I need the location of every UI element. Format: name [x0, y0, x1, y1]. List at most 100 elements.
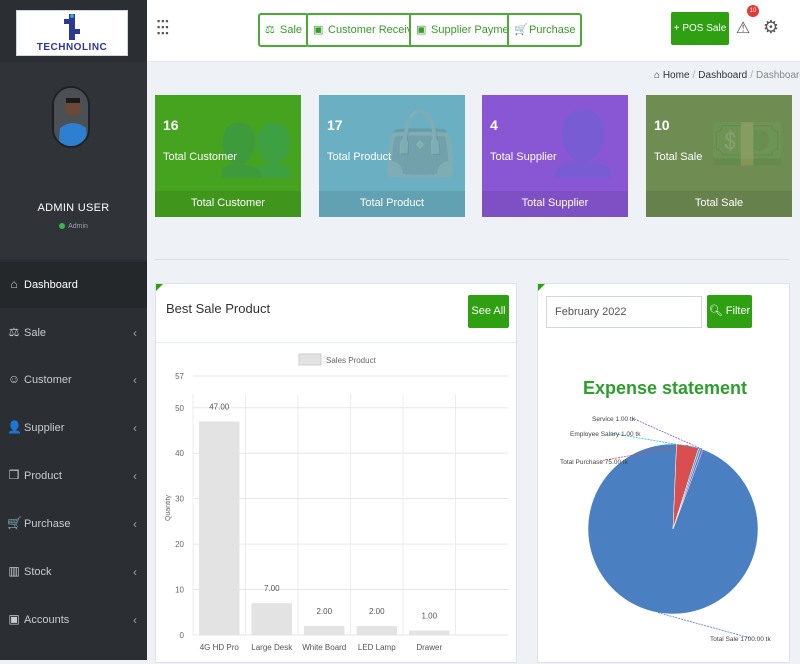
see-all-button[interactable]: See All	[468, 295, 509, 328]
breadcrumb: ⌂ Home/Dashboard/Dashboard	[654, 70, 800, 81]
y-axis-label: Quantity	[165, 494, 172, 521]
sidebar-item-purchase[interactable]: 🛒 Purchase ‹	[0, 501, 147, 547]
pie-slice-label: Service 1.00 tk	[592, 416, 636, 423]
best-sale-title: Best Sale Product	[166, 301, 271, 316]
stat-card-total-product[interactable]: 👜 17 Total Product Total Product	[319, 95, 465, 217]
filter-button[interactable]: 🔍︎ Filter	[707, 295, 752, 328]
pie-leader-line	[657, 612, 751, 639]
pie-title: Expense statement	[583, 378, 747, 398]
quick-button-icon: ⚖	[265, 24, 275, 36]
stat-card-total-supplier[interactable]: 👤 4 Total Supplier Total Supplier	[482, 95, 628, 217]
stat-footer: Total Sale	[646, 191, 792, 217]
sidebar-item-customer[interactable]: ☺ Customer ‹	[0, 357, 147, 403]
x-tick-label: Large Desk	[251, 643, 293, 652]
profile-role: Admin	[0, 223, 147, 230]
sidebar-item-label: Accounts	[24, 614, 70, 626]
month-picker-input[interactable]: February 2022	[546, 296, 702, 328]
home-icon: ⌂	[654, 70, 661, 81]
stat-label: Total Sale	[654, 151, 703, 163]
sidebar-item-product[interactable]: ❒ Product ‹	[0, 453, 147, 499]
menu-toggle-icon[interactable]: ▪▪▪ ▪▪▪ ▪▪▪	[157, 17, 171, 40]
quick-button-icon: 🛒	[514, 24, 528, 36]
user-icon: 👤	[7, 420, 22, 434]
cubes-icon: ❒	[8, 468, 20, 482]
legend-label: Sales Product	[326, 356, 377, 365]
quick-button-icon: ▣	[416, 24, 427, 36]
stat-label: Total Product	[327, 151, 392, 163]
quick-button-label: Purchase	[529, 24, 576, 36]
profile-panel: ADMIN USER Admin	[0, 62, 147, 260]
logo-text: TECHNOLINC	[36, 42, 108, 53]
pos-sale-button[interactable]: + POS Sale	[671, 12, 729, 45]
stat-value: 17	[327, 117, 343, 133]
profile-name: ADMIN USER	[37, 202, 110, 214]
sidebar-item-label: Dashboard	[24, 279, 78, 291]
stat-footer: Total Product	[319, 191, 465, 217]
bar-data-label: 1.00	[421, 611, 437, 620]
stat-label: Total Supplier	[490, 151, 557, 163]
brand-logo[interactable]: TECHNOLINC	[16, 10, 128, 56]
x-tick-label: 4G HD Pro	[200, 643, 240, 652]
quick-customer-receive-button[interactable]: ▣ Customer Receive	[306, 13, 426, 47]
pie-slice-label: Employee Salary 1.00 tk	[570, 431, 641, 438]
bar[interactable]	[199, 421, 240, 635]
money-icon: ▣	[8, 612, 20, 626]
cart-icon: 🛒	[7, 516, 22, 530]
best-sale-panel: Best Sale Product See All Sales Product 0…	[155, 283, 517, 663]
bar[interactable]	[251, 603, 293, 635]
sidebar-item-stock[interactable]: ▥ Stock ‹	[0, 549, 147, 595]
filter-label: Filter	[725, 305, 751, 317]
top-bar: ▪▪▪ ▪▪▪ ▪▪▪ ⚖ Sale ▣ Customer Receive ▣ Supplie…	[147, 0, 800, 62]
settings-gear-icon[interactable]: ⚙	[761, 17, 781, 39]
chevron-left-icon: ‹	[133, 373, 137, 387]
y-tick-label: 30	[175, 495, 184, 504]
chart-icon: ▥	[8, 564, 20, 578]
avatar[interactable]	[52, 86, 90, 148]
stat-value: 10	[654, 117, 670, 133]
panel-corner	[156, 284, 163, 291]
notification-bell-icon[interactable]: ⚠	[735, 18, 751, 40]
sidebar-item-sale[interactable]: ⚖ Sale ‹	[0, 310, 147, 356]
stat-card-total-customer[interactable]: 👥 16 Total Customer Total Customer	[155, 95, 301, 217]
sidebar-item-accounts[interactable]: ▣ Accounts ‹	[0, 597, 147, 643]
quick-button-icon: ▣	[313, 24, 324, 36]
stat-footer: Total Supplier	[482, 191, 628, 217]
chevron-left-icon: ‹	[133, 469, 137, 483]
quick-button-label: Sale	[280, 24, 303, 36]
y-tick-label: 57	[175, 372, 184, 381]
sidebar-item-dashboard[interactable]: ⌂ Dashboard	[0, 262, 147, 308]
bar[interactable]	[356, 625, 398, 635]
breadcrumb-item[interactable]: Dashboard	[698, 70, 747, 81]
chevron-left-icon: ‹	[133, 517, 137, 531]
y-tick-label: 20	[175, 540, 184, 549]
pie-slice-label: Total Sale 1700.00 tk	[710, 636, 771, 643]
chevron-left-icon: ‹	[133, 421, 137, 435]
pie-slice-label: Total Purchase 75.00 tk	[560, 459, 629, 466]
y-tick-label: 50	[175, 404, 184, 413]
divider	[155, 259, 789, 260]
scale-icon: ⚖	[8, 325, 20, 339]
bar[interactable]	[304, 625, 345, 635]
expense-panel: Expense statement Total Sale 1700.00 tk To…	[537, 283, 790, 663]
users-icon: 👥	[217, 110, 295, 179]
stat-label: Total Customer	[163, 151, 237, 163]
breadcrumb-home[interactable]: Home	[663, 70, 690, 81]
x-tick-label: White Board	[302, 643, 346, 652]
stat-value: 4	[490, 117, 498, 133]
sidebar: TECHNOLINC ADMIN USER Admin ⌂ Dashboard ⚖ S…	[0, 0, 147, 660]
bar[interactable]	[409, 630, 450, 635]
bar-data-label: 7.00	[264, 584, 280, 593]
dashboard-icon: ⌂	[10, 277, 18, 291]
stat-card-total-sale[interactable]: 💵 10 Total Sale Total Sale	[646, 95, 792, 217]
bar-data-label: 2.00	[369, 607, 385, 616]
bar-data-label: 47.00	[209, 402, 230, 411]
quick-button-label: Supplier Payment	[431, 24, 518, 36]
quick-purchase-button[interactable]: 🛒 Purchase	[507, 13, 583, 47]
sidebar-item-supplier[interactable]: 👤 Supplier ‹	[0, 405, 147, 451]
breadcrumb-current: Dashboard	[756, 70, 800, 81]
y-tick-label: 0	[180, 631, 185, 640]
quick-sale-button[interactable]: ⚖ Sale	[258, 13, 310, 47]
shopping-bag-icon: 👜	[381, 110, 459, 179]
sidebar-item-label: Supplier	[24, 422, 65, 434]
x-tick-label: LED Lamp	[358, 643, 396, 652]
